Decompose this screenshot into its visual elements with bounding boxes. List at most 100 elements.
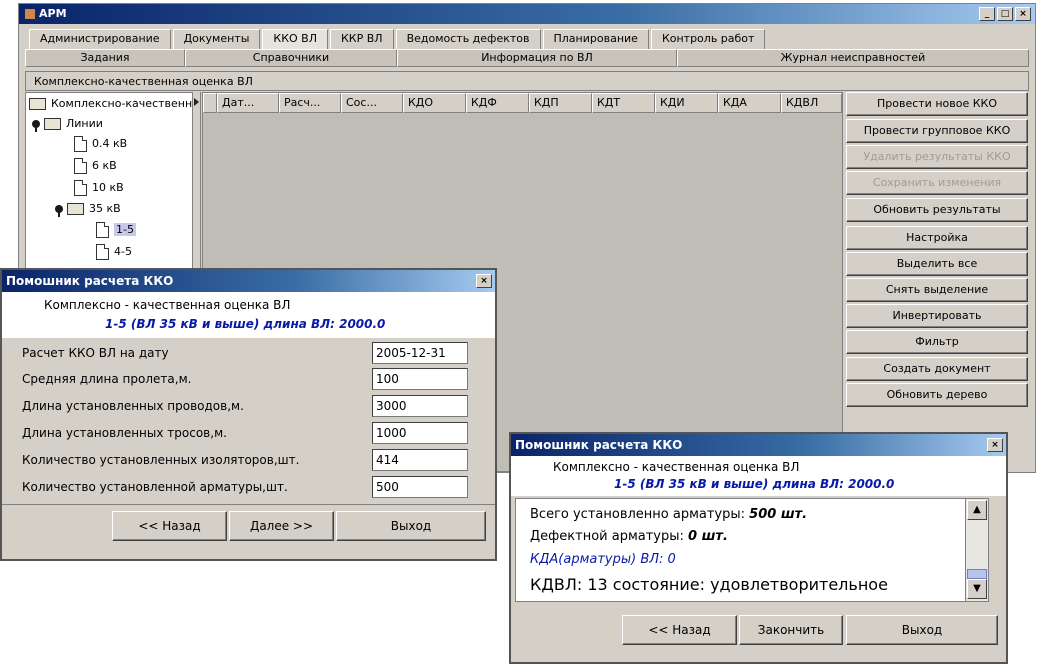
expand-handle-icon[interactable] [32, 120, 40, 132]
dialog1-separator [2, 504, 495, 505]
dialog2-title: Помошник расчета ККО [515, 438, 683, 452]
wires-length-label: Длина установленных проводов,м. [22, 399, 244, 413]
span-length-input[interactable]: 100 [372, 368, 468, 390]
main-title-bar: АРМ [19, 4, 1035, 24]
document-icon [74, 180, 87, 196]
tab-kkr-vl[interactable]: ККР ВЛ [329, 29, 394, 49]
select-all-button[interactable]: Выделить все [846, 252, 1028, 276]
tree-lines[interactable]: Линии [32, 115, 103, 133]
calc-date-label: Расчет ККО ВЛ на дату [22, 346, 169, 360]
col-kdf[interactable]: КДФ [466, 93, 529, 113]
span-length-label: Средняя длина пролета,м. [22, 372, 192, 386]
settings-button[interactable]: Настройка [846, 226, 1028, 250]
group-kko-button[interactable]: Провести групповое ККО [846, 119, 1028, 143]
delete-results-button[interactable]: Удалить результаты ККО [846, 145, 1028, 169]
tab-fault-log[interactable]: Журнал неисправностей [677, 49, 1029, 67]
dialog1-subheading: 1-5 (ВЛ 35 кВ и выше) длина ВЛ: 2000.0 [105, 317, 386, 331]
minimize-button[interactable]: _ [979, 7, 995, 21]
result-scrollbar[interactable]: ▲ ▼ [965, 499, 988, 601]
deselect-button[interactable]: Снять выделение [846, 278, 1028, 302]
calc-date-input[interactable]: 2005-12-31 [372, 342, 468, 364]
expand-handle-icon[interactable] [55, 205, 63, 217]
cables-length-label: Длина установленных тросов,м. [22, 426, 227, 440]
tree-kv04[interactable]: 0.4 кВ [74, 135, 127, 153]
create-document-button[interactable]: Создать документ [846, 357, 1028, 381]
folder-icon [44, 118, 61, 130]
dialog1-close-button[interactable]: × [476, 274, 492, 288]
tab-tasks[interactable]: Задания [25, 49, 185, 67]
document-icon [96, 244, 109, 260]
dialog2-heading: Комплексно - качественная оценка ВЛ [553, 460, 800, 474]
app-title: АРМ [39, 7, 67, 20]
fittings-count-input[interactable]: 500 [372, 476, 468, 498]
tab-defects[interactable]: Ведомость дефектов [395, 29, 541, 49]
dialog1-title-bar: Помошник расчета ККО [2, 270, 495, 292]
col-kdvl[interactable]: КДВЛ [781, 93, 842, 113]
result-total-fittings: Всего установленно арматуры: 500 шт. [530, 507, 808, 522]
dialog2-close-button[interactable]: × [987, 438, 1003, 452]
document-icon [74, 136, 87, 152]
col-kdt[interactable]: КДТ [592, 93, 655, 113]
actions-panel: Провести новое ККО Провести групповое КК… [844, 92, 1030, 472]
dialog1-fields: Расчет ККО ВЛ на дату 2005-12-31 Средняя… [2, 338, 495, 504]
col-date[interactable]: Дат... [217, 93, 279, 113]
tree-kv10[interactable]: 10 кВ [74, 179, 124, 197]
tree-kv35[interactable]: 35 кВ [55, 200, 121, 218]
result-defect-fittings: Дефектной арматуры: 0 шт. [530, 529, 728, 544]
tab-row-2: Задания Справочники Информация по ВЛ Жур… [25, 49, 1029, 67]
col-kda[interactable]: КДА [718, 93, 781, 113]
new-kko-button[interactable]: Провести новое ККО [846, 92, 1028, 116]
tab-kko-vl[interactable]: ККО ВЛ [262, 29, 328, 49]
tab-documents[interactable]: Документы [172, 29, 261, 49]
tree-item-1-5[interactable]: 1-5 [96, 221, 136, 239]
insulators-count-label: Количество установленных изоляторов,шт. [22, 453, 300, 467]
splitter-arrow-icon [194, 98, 199, 106]
tab-planning[interactable]: Планирование [542, 29, 649, 49]
dialog1-header: Комплексно - качественная оценка ВЛ 1-5 … [2, 292, 495, 338]
dialog1-title: Помошник расчета ККО [6, 274, 174, 288]
tree-kv6[interactable]: 6 кВ [74, 157, 117, 175]
dialog2-exit-button[interactable]: Выход [846, 615, 998, 645]
scroll-up-icon[interactable]: ▲ [967, 500, 987, 520]
result-kdvl: КДВЛ: 13 состояние: удовлетворительное [530, 575, 888, 594]
tab-work-control[interactable]: Контроль работ [650, 29, 766, 49]
scroll-thumb[interactable] [967, 569, 987, 579]
tab-row-1: Администрирование Документы ККО ВЛ ККР В… [29, 29, 767, 49]
maximize-button[interactable]: □ [997, 7, 1013, 21]
dialog1-back-button[interactable]: << Назад [112, 511, 227, 541]
dialog1-next-button[interactable]: Далее >> [229, 511, 334, 541]
tab-references[interactable]: Справочники [185, 49, 397, 67]
dialog1-exit-button[interactable]: Выход [336, 511, 486, 541]
wizard-dialog-input: Помошник расчета ККО × Комплексно - каче… [0, 268, 497, 561]
folder-icon [67, 203, 84, 215]
col-kdo[interactable]: КДО [403, 93, 466, 113]
tree-item-4-5[interactable]: 4-5 [96, 243, 132, 261]
dialog2-header: Комплексно - качественная оценка ВЛ 1-5 … [511, 456, 1006, 496]
filter-button[interactable]: Фильтр [846, 330, 1028, 354]
tab-vl-info[interactable]: Информация по ВЛ [397, 49, 677, 67]
dialog2-back-button[interactable]: << Назад [622, 615, 737, 645]
col-state[interactable]: Сос... [341, 93, 403, 113]
dialog2-finish-button[interactable]: Закончить [739, 615, 843, 645]
refresh-tree-button[interactable]: Обновить дерево [846, 383, 1028, 407]
tab-administration[interactable]: Администрирование [29, 29, 171, 49]
close-button[interactable]: × [1015, 7, 1031, 21]
col-calc[interactable]: Расч... [279, 93, 341, 113]
col-kdi[interactable]: КДИ [655, 93, 718, 113]
wires-length-input[interactable]: 3000 [372, 395, 468, 417]
dialog2-subheading: 1-5 (ВЛ 35 кВ и выше) длина ВЛ: 2000.0 [614, 477, 895, 491]
tree-root[interactable]: Комплексно-качественна [29, 95, 199, 113]
dialog1-heading: Комплексно - качественная оценка ВЛ [44, 298, 291, 312]
col-kdp[interactable]: КДП [529, 93, 592, 113]
invert-button[interactable]: Инвертировать [846, 304, 1028, 328]
document-icon [74, 158, 87, 174]
fittings-count-label: Количество установленной арматуры,шт. [22, 480, 288, 494]
dialog2-title-bar: Помошник расчета ККО [511, 434, 1006, 456]
insulators-count-input[interactable]: 414 [372, 449, 468, 471]
refresh-results-button[interactable]: Обновить результаты [846, 198, 1028, 222]
document-icon [96, 222, 109, 238]
save-changes-button[interactable]: Сохранить изменения [846, 171, 1028, 195]
cables-length-input[interactable]: 1000 [372, 422, 468, 444]
scroll-down-icon[interactable]: ▼ [967, 579, 987, 599]
result-kda: КДА(арматуры) ВЛ: 0 [530, 552, 676, 567]
